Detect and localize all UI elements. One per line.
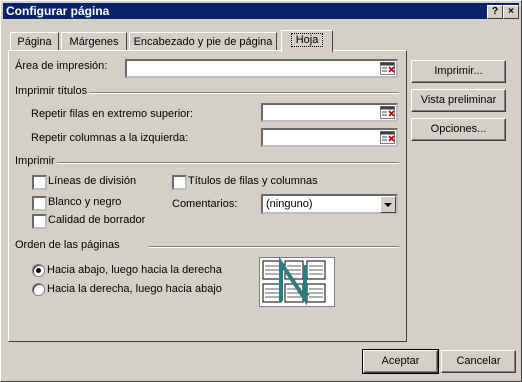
gridlines-checkbox[interactable] [32, 175, 47, 190]
row-col-headings-label: Títulos de filas y columnas [188, 175, 318, 187]
black-white-checkbox[interactable] [32, 196, 47, 211]
print-preview-button-label: Vista preliminar [420, 94, 497, 106]
options-button[interactable]: Opciones... [411, 118, 506, 141]
tab-pagina[interactable]: Página [10, 32, 59, 51]
comments-label: Comentarios: [172, 198, 238, 210]
tab-label: Encabezado y pie de página [133, 36, 273, 48]
print-area-field[interactable] [125, 59, 398, 78]
range-picker-icon[interactable] [380, 131, 395, 144]
dropdown-arrow-button[interactable] [380, 196, 396, 213]
separator [149, 246, 399, 248]
separator [89, 92, 399, 94]
comments-select[interactable]: (ninguno) [261, 194, 398, 214]
close-button[interactable]: × [503, 5, 519, 19]
down-then-over-radio[interactable] [32, 264, 45, 277]
comments-value: (ninguno) [266, 198, 313, 210]
repeat-rows-label: Repetir filas en extremo superior: [31, 108, 194, 120]
tab-label: Hoja [290, 33, 324, 47]
print-area-label: Área de impresión: [15, 60, 108, 72]
gridlines-label: Líneas de división [48, 175, 137, 187]
page-setup-dialog: Configurar página ? × Página Márgenes En… [0, 0, 522, 382]
tab-margenes[interactable]: Márgenes [61, 32, 127, 51]
black-white-label: Blanco y negro [48, 196, 122, 208]
print-button-label: Imprimir... [434, 65, 483, 77]
print-preview-button[interactable]: Vista preliminar [411, 89, 506, 112]
print-titles-heading: Imprimir títulos [15, 85, 88, 97]
ok-button[interactable]: Aceptar [362, 349, 439, 374]
repeat-cols-field[interactable] [261, 128, 398, 147]
options-button-label: Opciones... [430, 123, 487, 135]
print-button[interactable]: Imprimir... [411, 60, 506, 83]
row-col-headings-checkbox[interactable] [172, 175, 187, 190]
radio-dot [36, 268, 41, 273]
over-then-down-label: Hacia la derecha, luego hacia abajo [47, 283, 222, 295]
range-picker-icon[interactable] [380, 62, 395, 75]
tab-hoja[interactable]: Hoja [281, 30, 333, 52]
draft-quality-label: Calidad de borrador [48, 214, 146, 226]
page-order-heading: Orden de las páginas [15, 239, 120, 251]
cancel-button[interactable]: Cancelar [441, 350, 516, 373]
separator [57, 162, 399, 164]
cancel-button-label: Cancelar [456, 355, 501, 367]
print-heading: Imprimir [15, 155, 55, 167]
draft-quality-checkbox[interactable] [32, 214, 47, 229]
window-title: Configurar página [6, 4, 110, 18]
page-order-preview-icon [259, 257, 335, 307]
range-picker-icon[interactable] [380, 106, 395, 119]
down-then-over-label: Hacia abajo, luego hacia la derecha [47, 264, 222, 276]
repeat-cols-label: Repetir columnas a la izquierda: [31, 132, 189, 144]
chevron-down-icon [384, 203, 392, 207]
help-button[interactable]: ? [487, 5, 503, 19]
title-bar: Configurar página ? × [3, 3, 519, 19]
over-then-down-radio[interactable] [32, 283, 45, 296]
tab-label: Página [17, 36, 52, 48]
tab-encabezado[interactable]: Encabezado y pie de página [129, 32, 277, 51]
tab-label: Márgenes [69, 36, 119, 48]
ok-button-label: Aceptar [381, 355, 420, 367]
repeat-rows-field[interactable] [261, 103, 398, 122]
